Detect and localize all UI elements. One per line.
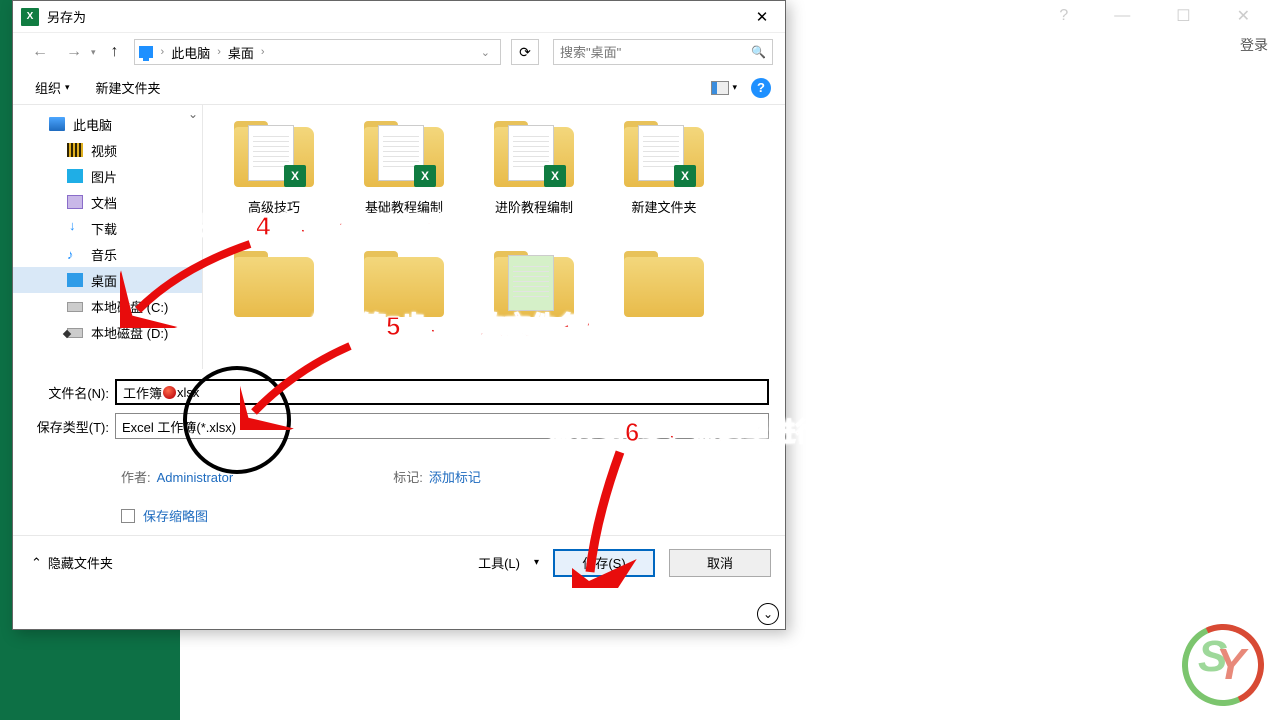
address-bar[interactable]: › 此电脑 › 桌面 › ⌄ xyxy=(134,39,501,65)
document-icon xyxy=(67,195,83,209)
parent-window-controls: ? — ☐ ✕ xyxy=(1059,6,1280,26)
folder-item[interactable] xyxy=(339,245,469,369)
filetype-select[interactable]: Excel 工作簿(*.xlsx)⌄ xyxy=(115,413,769,439)
dialog-title: 另存为 xyxy=(47,7,739,26)
chevron-icon[interactable]: › xyxy=(215,46,223,58)
download-icon xyxy=(67,221,83,235)
filename-label: 文件名(N): xyxy=(29,383,115,402)
folder-icon: X xyxy=(620,121,708,191)
sidebar-item-desktop[interactable]: 桌面 xyxy=(13,267,202,293)
toolbar: 组织▾ 新建文件夹 ▾ ? xyxy=(13,71,785,105)
checkbox-icon[interactable] xyxy=(121,509,135,523)
hide-folders-button[interactable]: ⌃隐藏文件夹 xyxy=(31,553,113,572)
author-label: 作者: xyxy=(121,470,151,485)
file-area[interactable]: X高级技巧 X基础教程编制 X进阶教程编制 X新建文件夹 xyxy=(203,105,785,369)
help-icon[interactable]: ? xyxy=(1059,7,1068,25)
nav-row: ← → ▾ ↑ › 此电脑 › 桌面 › ⌄ ⟳ 🔍 xyxy=(13,33,785,71)
dialog-footer: ⌃隐藏文件夹 工具(L)▾ 保存(S) 取消 xyxy=(13,535,785,589)
form-area: 文件名(N): 工作簿xlsx 保存类型(T): Excel 工作簿(*.xls… xyxy=(13,369,785,453)
dialog-close-button[interactable]: ✕ xyxy=(739,1,785,33)
close-icon[interactable]: ✕ xyxy=(1237,6,1250,26)
sidebar-item-disk-c[interactable]: 本地磁盘 (C:) xyxy=(13,293,202,319)
thumbnail-option[interactable]: 保存缩略图 xyxy=(13,496,785,535)
folder-icon: X xyxy=(230,121,318,191)
music-icon: ♪ xyxy=(67,247,83,261)
crumb-pc[interactable]: 此电脑 xyxy=(166,43,215,62)
new-folder-button[interactable]: 新建文件夹 xyxy=(96,78,161,97)
tags-value[interactable]: 添加标记 xyxy=(429,470,481,485)
pc-icon xyxy=(49,117,65,131)
folder-item[interactable]: X高级技巧 xyxy=(209,115,339,245)
folder-icon xyxy=(490,251,578,321)
cancel-button[interactable]: 取消 xyxy=(669,549,771,577)
folder-item[interactable] xyxy=(469,245,599,369)
save-button[interactable]: 保存(S) xyxy=(553,549,655,577)
help-button[interactable]: ? xyxy=(751,78,771,98)
sidebar-item-documents[interactable]: 文档 xyxy=(13,189,202,215)
filename-input[interactable]: 工作簿xlsx xyxy=(115,379,769,405)
video-icon xyxy=(67,143,83,157)
login-link[interactable]: 登录 xyxy=(1240,35,1268,55)
sidebar: 此电脑 视频 图片 文档 下载 ♪音乐 桌面 本地磁盘 (C:) 本地磁盘 (D… xyxy=(13,105,203,369)
search-box[interactable]: 🔍 xyxy=(553,39,773,65)
metadata-row: 作者: Administrator 标记: 添加标记 xyxy=(13,453,785,496)
up-button[interactable]: ↑ xyxy=(100,40,130,64)
watermark-logo: SY xyxy=(1182,624,1264,706)
folder-item[interactable] xyxy=(599,245,729,369)
author-value[interactable]: Administrator xyxy=(157,470,234,485)
view-icon xyxy=(711,81,729,95)
this-pc-icon xyxy=(139,46,153,58)
excel-bg-left xyxy=(0,0,12,720)
address-dropdown-icon[interactable]: ⌄ xyxy=(475,46,496,59)
search-input[interactable] xyxy=(560,45,751,60)
view-menu-button[interactable]: ▾ xyxy=(711,81,737,95)
sidebar-item-video[interactable]: 视频 xyxy=(13,137,202,163)
chevron-icon[interactable]: › xyxy=(159,46,167,58)
cursor-marker-icon xyxy=(163,386,176,399)
organize-button[interactable]: 组织▾ xyxy=(35,78,70,97)
dialog-titlebar: X 另存为 ✕ xyxy=(13,1,785,33)
excel-bg-bottom xyxy=(0,630,180,720)
folder-item[interactable]: X新建文件夹 xyxy=(599,115,729,245)
maximize-icon[interactable]: ☐ xyxy=(1176,6,1190,26)
dialog-body: 此电脑 视频 图片 文档 下载 ♪音乐 桌面 本地磁盘 (C:) 本地磁盘 (D… xyxy=(13,105,785,369)
picture-icon xyxy=(67,169,83,183)
tools-button[interactable]: 工具(L)▾ xyxy=(478,553,539,572)
sidebar-item-music[interactable]: ♪音乐 xyxy=(13,241,202,267)
chevron-icon[interactable]: › xyxy=(259,46,267,58)
tags-label: 标记: xyxy=(393,470,423,485)
folder-item[interactable]: X基础教程编制 xyxy=(339,115,469,245)
sidebar-item-pictures[interactable]: 图片 xyxy=(13,163,202,189)
folder-icon xyxy=(620,251,708,321)
disk-icon xyxy=(67,302,83,312)
minimize-icon[interactable]: — xyxy=(1114,7,1130,25)
folder-icon: X xyxy=(490,121,578,191)
filetype-label: 保存类型(T): xyxy=(29,417,115,436)
desktop-icon xyxy=(67,273,83,287)
history-dropdown-icon[interactable]: ▾ xyxy=(91,47,96,58)
chevron-up-icon: ⌃ xyxy=(31,555,42,571)
crumb-desktop[interactable]: 桌面 xyxy=(223,43,259,62)
sidebar-item-downloads[interactable]: 下载 xyxy=(13,215,202,241)
sidebar-item-disk-d[interactable]: 本地磁盘 (D:) xyxy=(13,319,202,345)
folder-icon xyxy=(360,251,448,321)
search-icon[interactable]: 🔍 xyxy=(751,45,766,59)
folder-item[interactable] xyxy=(209,245,339,369)
back-button[interactable]: ← xyxy=(25,40,55,64)
folder-icon xyxy=(230,251,318,321)
expand-button[interactable]: ⌄ xyxy=(757,603,779,625)
refresh-button[interactable]: ⟳ xyxy=(511,39,539,65)
folder-item[interactable]: X进阶教程编制 xyxy=(469,115,599,245)
forward-button[interactable]: → xyxy=(59,40,89,64)
excel-icon: X xyxy=(21,8,39,26)
disk-icon xyxy=(67,328,83,338)
save-as-dialog: X 另存为 ✕ ← → ▾ ↑ › 此电脑 › 桌面 › ⌄ ⟳ 🔍 组织▾ 新… xyxy=(12,0,786,630)
folder-icon: X xyxy=(360,121,448,191)
sidebar-item-pc[interactable]: 此电脑 xyxy=(13,111,202,137)
